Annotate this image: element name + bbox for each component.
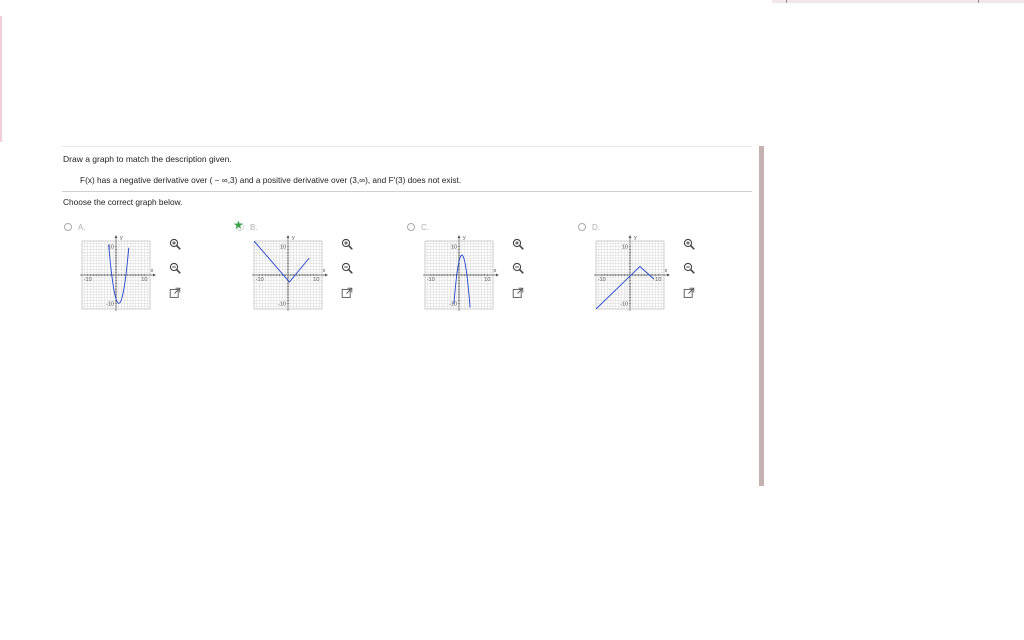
option-d-zoom-in-button[interactable] xyxy=(682,237,696,251)
option-d-graph: y x 10 -10 -10 10 xyxy=(594,235,670,311)
option-d-zoom-out-button[interactable] xyxy=(682,261,696,275)
zoom-out-icon xyxy=(341,262,353,274)
option-b-graph: y x 10 -10 -10 10 xyxy=(252,235,328,311)
zoom-in-icon xyxy=(341,238,353,250)
scrollbar[interactable] xyxy=(759,146,764,486)
top-strip-tick xyxy=(978,0,979,3)
popout-icon xyxy=(341,287,353,299)
y-axis-label: y xyxy=(463,235,466,241)
option-a-letter: A. xyxy=(78,223,86,232)
option-d-radio[interactable] xyxy=(578,223,586,231)
x-axis-label: x xyxy=(151,268,154,274)
option-c-zoom-in-button[interactable] xyxy=(511,237,525,251)
question-prompt: Draw a graph to match the description gi… xyxy=(63,154,232,164)
x-tick-label-left: -10 xyxy=(598,277,606,283)
x-tick-label-left: -10 xyxy=(427,277,435,283)
y-tick-label-bottom: -10 xyxy=(620,301,628,307)
option-c-radio[interactable] xyxy=(407,223,415,231)
x-axis-arrow xyxy=(153,273,156,277)
top-strip xyxy=(772,0,1024,3)
option-d-popout-button[interactable] xyxy=(682,286,696,300)
x-tick-label-left: -10 xyxy=(256,277,264,283)
x-axis-arrow xyxy=(325,273,328,277)
popout-icon xyxy=(169,287,181,299)
option-c-popout-button[interactable] xyxy=(511,286,525,300)
x-tick-label-right: 10 xyxy=(655,277,661,283)
option-c-zoom-out-button[interactable] xyxy=(511,261,525,275)
y-axis-label: y xyxy=(292,235,295,241)
x-axis-label: x xyxy=(665,268,668,274)
option-c[interactable]: C. y x 10 -10 -10 10 xyxy=(405,222,555,322)
left-rule xyxy=(0,16,2,142)
top-strip-tick xyxy=(786,0,787,3)
y-axis-arrow xyxy=(114,235,118,238)
y-tick-label-top: 10 xyxy=(622,245,628,251)
y-axis-label: y xyxy=(634,235,637,241)
y-axis-arrow xyxy=(628,235,632,238)
question-instruction: Choose the correct graph below. xyxy=(63,197,183,207)
panel-top-rule xyxy=(62,146,752,147)
question-panel: Draw a graph to match the description gi… xyxy=(62,146,752,486)
popout-icon xyxy=(512,287,524,299)
option-a[interactable]: A. y x 10 -10 -10 10 xyxy=(62,222,212,322)
y-axis-arrow xyxy=(457,235,461,238)
y-axis-arrow xyxy=(286,235,290,238)
popout-icon xyxy=(683,287,695,299)
y-axis-label: y xyxy=(120,235,123,241)
y-tick-label-bottom: -10 xyxy=(278,301,286,307)
zoom-out-icon xyxy=(512,262,524,274)
zoom-in-icon xyxy=(512,238,524,250)
x-axis-arrow xyxy=(496,273,499,277)
option-c-letter: C. xyxy=(421,223,429,232)
zoom-out-icon xyxy=(169,262,181,274)
option-a-popout-button[interactable] xyxy=(168,286,182,300)
x-axis-label: x xyxy=(323,268,326,274)
option-d[interactable]: D. y x 10 -10 -10 10 xyxy=(576,222,726,322)
zoom-out-icon xyxy=(683,262,695,274)
zoom-in-icon xyxy=(169,238,181,250)
x-tick-label-left: -10 xyxy=(84,277,92,283)
option-a-graph: yx10-10-10 10 xyxy=(80,235,156,311)
y-tick-label-bottom: -10 xyxy=(449,301,457,307)
option-b-zoom-in-button[interactable] xyxy=(340,237,354,251)
y-tick-label-top: 10 xyxy=(280,245,286,251)
option-a-zoom-in-button[interactable] xyxy=(168,237,182,251)
y-tick-label-bottom: -10 xyxy=(106,301,114,307)
x-tick-label-right: 10 xyxy=(141,277,147,283)
option-d-letter: D. xyxy=(592,223,600,232)
y-tick-label-top: 10 xyxy=(451,245,457,251)
x-tick-label-right: 10 xyxy=(484,277,490,283)
option-c-graph: y x 10 -10 -10 10 xyxy=(423,235,499,311)
option-b-zoom-out-button[interactable] xyxy=(340,261,354,275)
option-b-popout-button[interactable] xyxy=(340,286,354,300)
zoom-in-icon xyxy=(683,238,695,250)
x-tick-label-right: 10 xyxy=(313,277,319,283)
option-b[interactable]: ★ B. y x 10 -10 -10 10 xyxy=(233,218,384,322)
selected-star-icon: ★ xyxy=(233,218,244,232)
question-description: F(x) has a negative derivative over ( − … xyxy=(80,175,462,185)
option-a-zoom-out-button[interactable] xyxy=(168,261,182,275)
x-axis-arrow xyxy=(667,273,670,277)
option-a-radio[interactable] xyxy=(64,223,72,231)
option-b-letter: B. xyxy=(250,223,258,232)
divider xyxy=(62,191,752,192)
x-axis-label: x xyxy=(494,268,497,274)
